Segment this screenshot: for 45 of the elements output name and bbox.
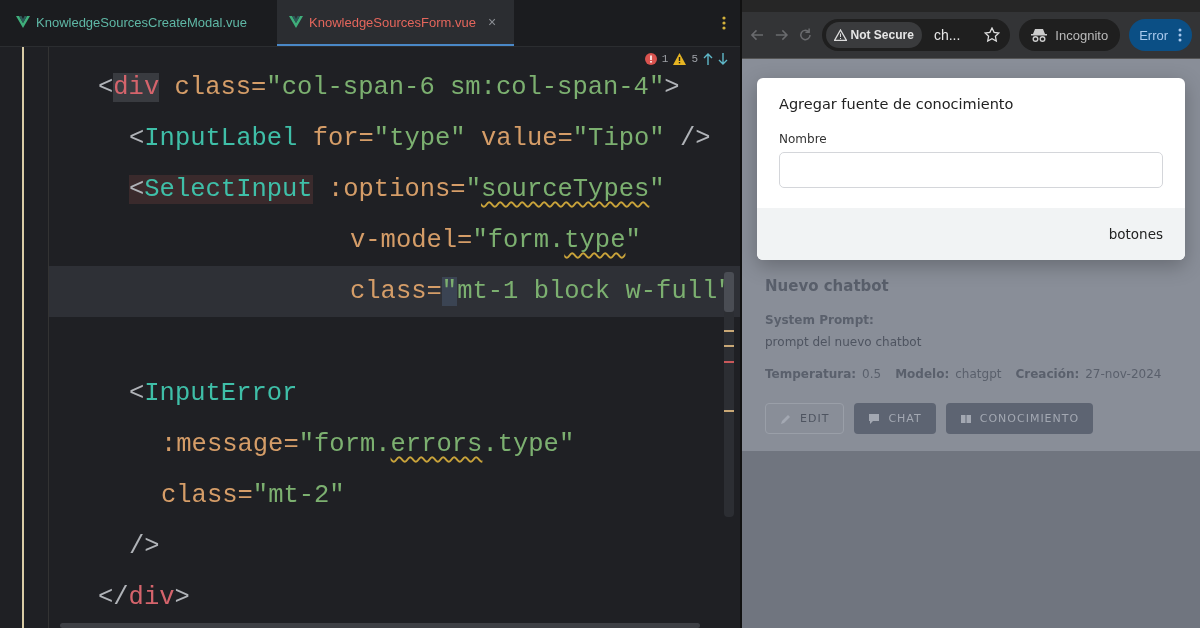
star-icon[interactable] <box>984 27 1001 43</box>
vue-icon <box>16 16 30 28</box>
scrollbar[interactable] <box>724 272 734 517</box>
vue-icon <box>289 16 303 28</box>
action-button[interactable]: CONOCIMIENTO <box>945 403 1094 434</box>
modal-title: Agregar fuente de conocimiento <box>778 95 1015 112</box>
up-arrow-icon[interactable] <box>703 53 713 65</box>
security-chip[interactable]: Not Secure <box>825 22 922 48</box>
code-line: <SelectInput :options="sourceTypes" <box>128 174 666 206</box>
url-text: ch... <box>933 27 961 43</box>
code-line: </div> <box>97 582 191 614</box>
footer-text: botones <box>1108 226 1163 242</box>
action-button[interactable]: CHAT <box>854 403 936 434</box>
code-line: <InputError <box>128 378 299 410</box>
incognito-indicator[interactable]: Incognito <box>1019 19 1121 51</box>
code-line: :message="form.errors.type" <box>160 429 576 461</box>
back-icon[interactable] <box>750 27 765 43</box>
down-arrow-icon[interactable] <box>718 53 728 65</box>
code-line: <div class="col-span-6 sm:col-span-4"> <box>97 72 681 104</box>
reload-icon[interactable] <box>797 27 813 43</box>
prompt-text: prompt del nuevo chatbot <box>765 335 923 349</box>
warning-icon <box>673 53 687 65</box>
more-icon <box>1178 28 1182 42</box>
pencil-icon <box>780 412 792 425</box>
error-button[interactable]: Error <box>1129 19 1192 51</box>
forward-icon[interactable] <box>773 27 789 43</box>
warning-icon <box>833 29 847 41</box>
book-icon <box>959 412 972 425</box>
error-count: 1 <box>661 53 669 65</box>
warning-count: 5 <box>691 53 698 65</box>
name-input[interactable] <box>779 152 1163 188</box>
file-tab[interactable]: KnowledgeSourcesForm.vue × <box>277 0 515 46</box>
address-bar[interactable]: Not Secure ch... <box>821 19 1011 51</box>
horizontal-scrollbar[interactable] <box>60 623 700 628</box>
code-line: /> <box>128 531 161 563</box>
close-icon[interactable]: × <box>487 14 497 30</box>
code-line: v-model="form.type" <box>349 225 642 257</box>
code-line: <InputLabel for="type" value="Tipo" /> <box>128 123 712 155</box>
field-label: Nombre <box>778 131 828 148</box>
speech-bubble-icon <box>868 412 881 425</box>
code-line: class="mt-2" <box>160 480 346 512</box>
file-tab[interactable]: KnowledgeSourcesCreateModal.vue <box>12 0 265 46</box>
incognito-icon <box>1031 28 1048 42</box>
error-icon <box>644 53 657 65</box>
more-icon <box>722 16 726 30</box>
